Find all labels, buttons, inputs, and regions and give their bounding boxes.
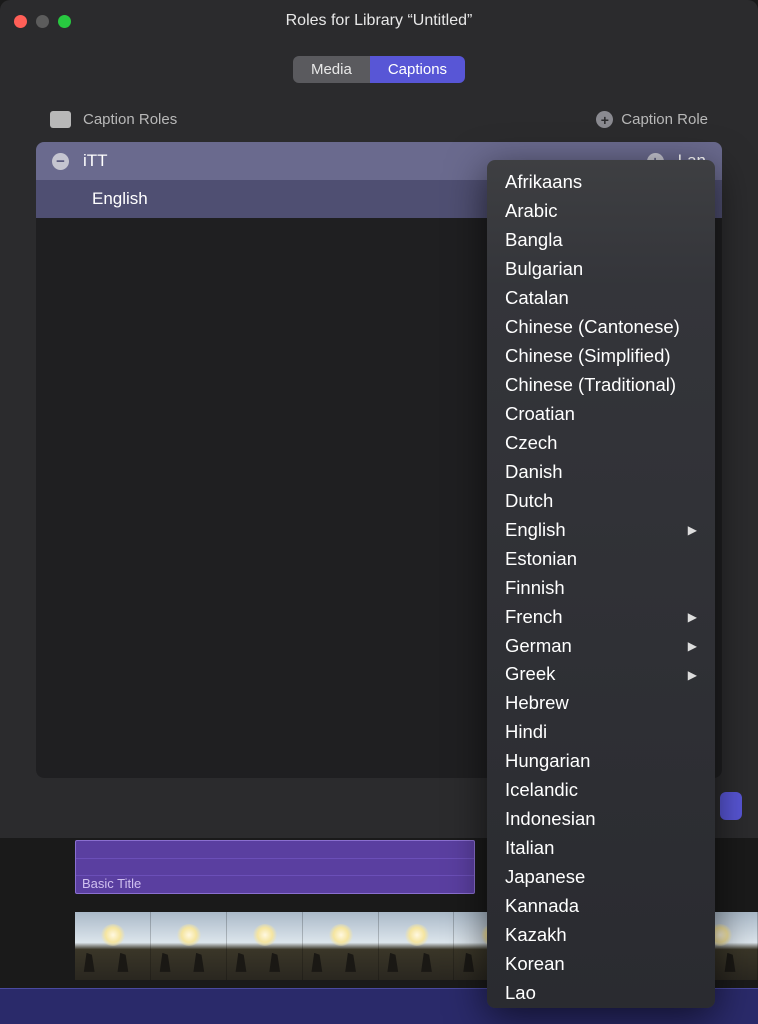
language-option-label: Italian [505,836,554,861]
language-option[interactable]: Japanese [487,863,715,892]
apply-button[interactable] [720,792,742,820]
language-option[interactable]: Hungarian [487,747,715,776]
language-option[interactable]: Catalan [487,284,715,313]
caption-roles-label: Caption Roles [83,111,177,128]
language-option-label: Kazakh [505,923,567,948]
language-option[interactable]: Bulgarian [487,255,715,284]
titlebar: Roles for Library “Untitled” [0,0,758,42]
language-option[interactable]: Arabic [487,197,715,226]
language-option[interactable]: Danish [487,458,715,487]
language-option[interactable]: Hindi [487,718,715,747]
language-option[interactable]: Czech [487,429,715,458]
language-option[interactable]: Bangla [487,226,715,255]
language-option-label: Bangla [505,228,563,253]
filmstrip-frame [151,912,227,980]
language-option[interactable]: Estonian [487,545,715,574]
language-option[interactable]: Kazakh [487,921,715,950]
window-title: Roles for Library “Untitled” [0,12,758,30]
language-option-label: Dutch [505,489,553,514]
language-option[interactable]: Chinese (Simplified) [487,342,715,371]
language-option-label: Estonian [505,547,577,572]
language-option[interactable]: Hebrew [487,689,715,718]
traffic-lights [14,15,71,28]
caption-roles-header: Caption Roles + Caption Role [36,101,722,138]
filmstrip-frame [227,912,303,980]
language-option[interactable]: Chinese (Traditional) [487,371,715,400]
filmstrip-frame [379,912,455,980]
language-option[interactable]: Italian [487,834,715,863]
language-option-label: Bulgarian [505,257,583,282]
language-option[interactable]: English ▶ [487,516,715,545]
language-option[interactable]: Croatian [487,400,715,429]
language-option-label: Afrikaans [505,170,582,195]
language-option[interactable]: Indonesian [487,805,715,834]
language-option-label: Icelandic [505,778,578,803]
plus-icon: + [596,111,613,128]
tab-group: Media Captions [293,56,465,83]
language-option[interactable]: Kannada [487,892,715,921]
language-dropdown[interactable]: Afrikaans Arabic Bangla Bulgarian Catalan Chi… [487,160,715,1008]
language-option-label: Chinese (Cantonese) [505,315,680,340]
language-option-label: Japanese [505,865,585,890]
caption-icon [50,111,71,128]
minimize-window-button[interactable] [36,15,49,28]
close-window-button[interactable] [14,15,27,28]
language-option-label: Arabic [505,199,557,224]
submenu-arrow-icon: ▶ [688,609,697,625]
language-option[interactable]: Afrikaans [487,168,715,197]
language-option-label: Indonesian [505,807,596,832]
language-option[interactable]: Korean [487,950,715,979]
language-option-label: Hungarian [505,749,590,774]
language-option-label: Czech [505,431,557,456]
title-clip-label: Basic Title [82,876,141,891]
language-option[interactable]: Lao [487,979,715,1008]
filmstrip-frame [75,912,151,980]
tab-media[interactable]: Media [293,56,370,83]
language-option-label: Greek [505,662,555,687]
tab-bar: Media Captions [0,42,758,101]
add-caption-role-button[interactable]: + Caption Role [596,111,708,128]
submenu-arrow-icon: ▶ [688,638,697,654]
language-option-label: Chinese (Simplified) [505,344,671,369]
language-option-label: German [505,634,572,659]
language-option[interactable]: Dutch [487,487,715,516]
language-option-label: Finnish [505,576,565,601]
language-option-label: French [505,605,563,630]
language-option-label: Korean [505,952,565,977]
add-caption-role-label: Caption Role [621,111,708,128]
language-option[interactable]: French ▶ [487,603,715,632]
language-option-label: Lao [505,981,536,1006]
tab-captions[interactable]: Captions [370,56,465,83]
language-option-label: Danish [505,460,563,485]
language-option-label: Chinese (Traditional) [505,373,676,398]
language-option[interactable]: German ▶ [487,632,715,661]
filmstrip-frame [303,912,379,980]
language-option-label: Hindi [505,720,547,745]
role-name-itt: iTT [83,151,108,171]
submenu-arrow-icon: ▶ [688,667,697,683]
language-option-label: Kannada [505,894,579,919]
language-option[interactable]: Finnish [487,574,715,603]
title-clip[interactable]: Basic Title [75,840,475,894]
language-option[interactable]: Chinese (Cantonese) [487,313,715,342]
role-sub-language-label: English [92,189,148,209]
language-option-label: Hebrew [505,691,569,716]
language-option[interactable]: Icelandic [487,776,715,805]
zoom-window-button[interactable] [58,15,71,28]
language-option-label: Croatian [505,402,575,427]
remove-role-button[interactable]: − [52,153,69,170]
language-option-label: Catalan [505,286,569,311]
submenu-arrow-icon: ▶ [688,522,697,538]
language-option-label: English [505,518,566,543]
language-option[interactable]: Greek ▶ [487,660,715,689]
